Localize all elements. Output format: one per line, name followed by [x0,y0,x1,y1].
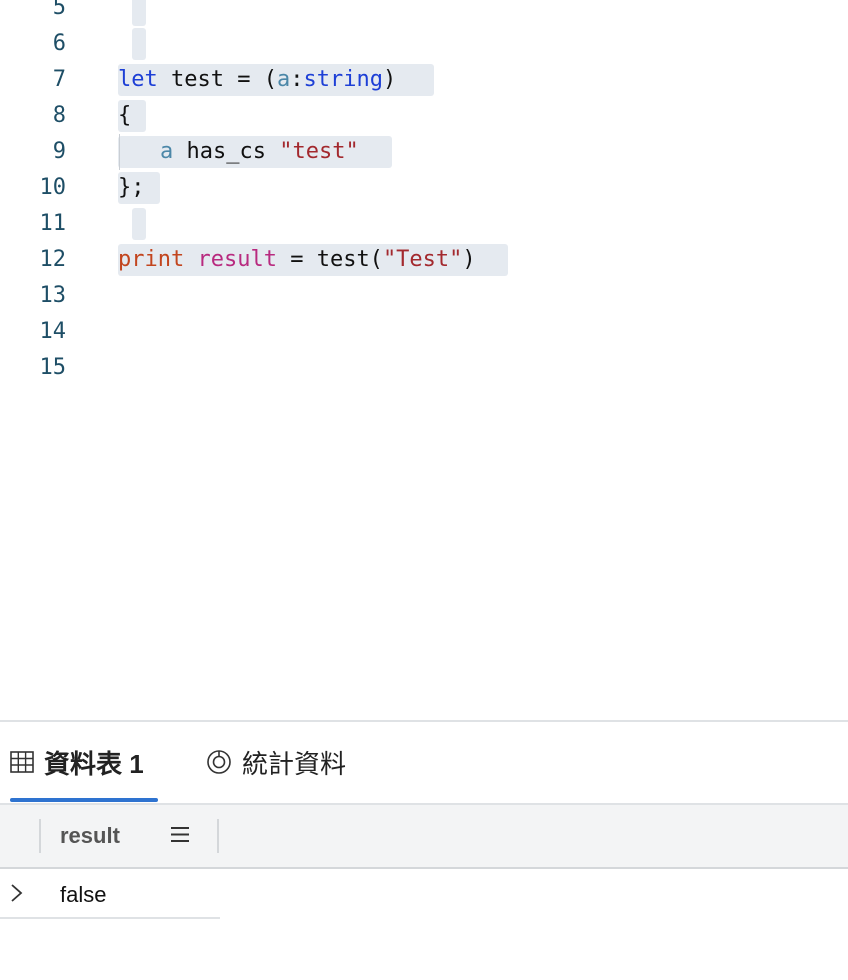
code-token: = test( [276,247,383,272]
indent-guide [119,134,120,170]
code-token: ) [382,67,397,92]
line-number: 15 [39,355,67,380]
column-resize-handle[interactable] [217,819,219,853]
code-text: { [118,103,132,128]
code-token: has_cs [173,139,280,164]
selection-highlight [132,208,146,240]
selection-highlight [132,0,146,26]
code-line[interactable]: 11 [0,206,848,242]
parameter-token: a [276,67,291,92]
code-text: print result = test("Test") [118,242,476,278]
tab-table-1[interactable]: 資料表 1 [10,722,158,802]
line-number: 7 [52,67,66,92]
code-line[interactable]: 9 a has_cs "test" [0,134,848,170]
code-text: let test = (a:string) [118,62,396,98]
column-header-result[interactable]: result [60,805,120,867]
line-number: 5 [52,0,66,20]
line-number: 6 [52,31,66,56]
code-line[interactable]: 10 }; [0,170,848,206]
chevron-right-icon[interactable] [6,883,26,903]
function-token: print [118,247,185,272]
code-editor[interactable]: 5 6 7 let test = (a:string) 8 { 9 a has_… [0,0,848,720]
selection-highlight [132,28,146,60]
variable-token: result [197,247,277,272]
code-line[interactable]: 15 [0,350,848,386]
table-row[interactable]: false [0,869,220,919]
grid-header: result [0,805,848,867]
code-line[interactable]: 13 [0,278,848,314]
line-number: 11 [39,211,67,236]
code-token: ) [462,247,476,272]
code-line[interactable]: 6 [0,26,848,62]
tab-stats[interactable]: 統計資料 [206,722,346,802]
line-number: 8 [52,103,66,128]
line-number: 12 [39,247,67,272]
code-token: : [290,67,304,92]
table-icon [10,751,34,773]
line-number: 9 [52,139,66,164]
code-line[interactable]: 12 print result = test("Test") [0,242,848,278]
code-line[interactable]: 7 let test = (a:string) [0,62,848,98]
results-tabs: 資料表 1 統計資料 [0,722,848,804]
stats-icon [207,750,231,774]
code-line[interactable]: 8 { [0,98,848,134]
parameter-token: a [160,139,174,164]
type-token: string [303,67,383,92]
active-tab-indicator [10,798,158,802]
tab-label: 資料表 1 [44,748,144,779]
code-line[interactable]: 5 [0,0,848,26]
string-token: "test" [279,139,359,164]
code-token: test = ( [157,67,277,92]
line-number: 10 [39,175,67,200]
column-menu-icon[interactable] [166,821,194,849]
code-text: a has_cs "test" [160,134,359,170]
code-line[interactable]: 14 [0,314,848,350]
column-separator[interactable] [39,819,41,853]
line-number: 13 [39,283,67,308]
table-cell: false [60,882,107,907]
code-text: }; [118,175,145,200]
line-number: 14 [39,319,67,344]
tab-label: 統計資料 [242,748,347,779]
string-token: "Test" [382,247,463,272]
keyword-token: let [118,67,158,92]
